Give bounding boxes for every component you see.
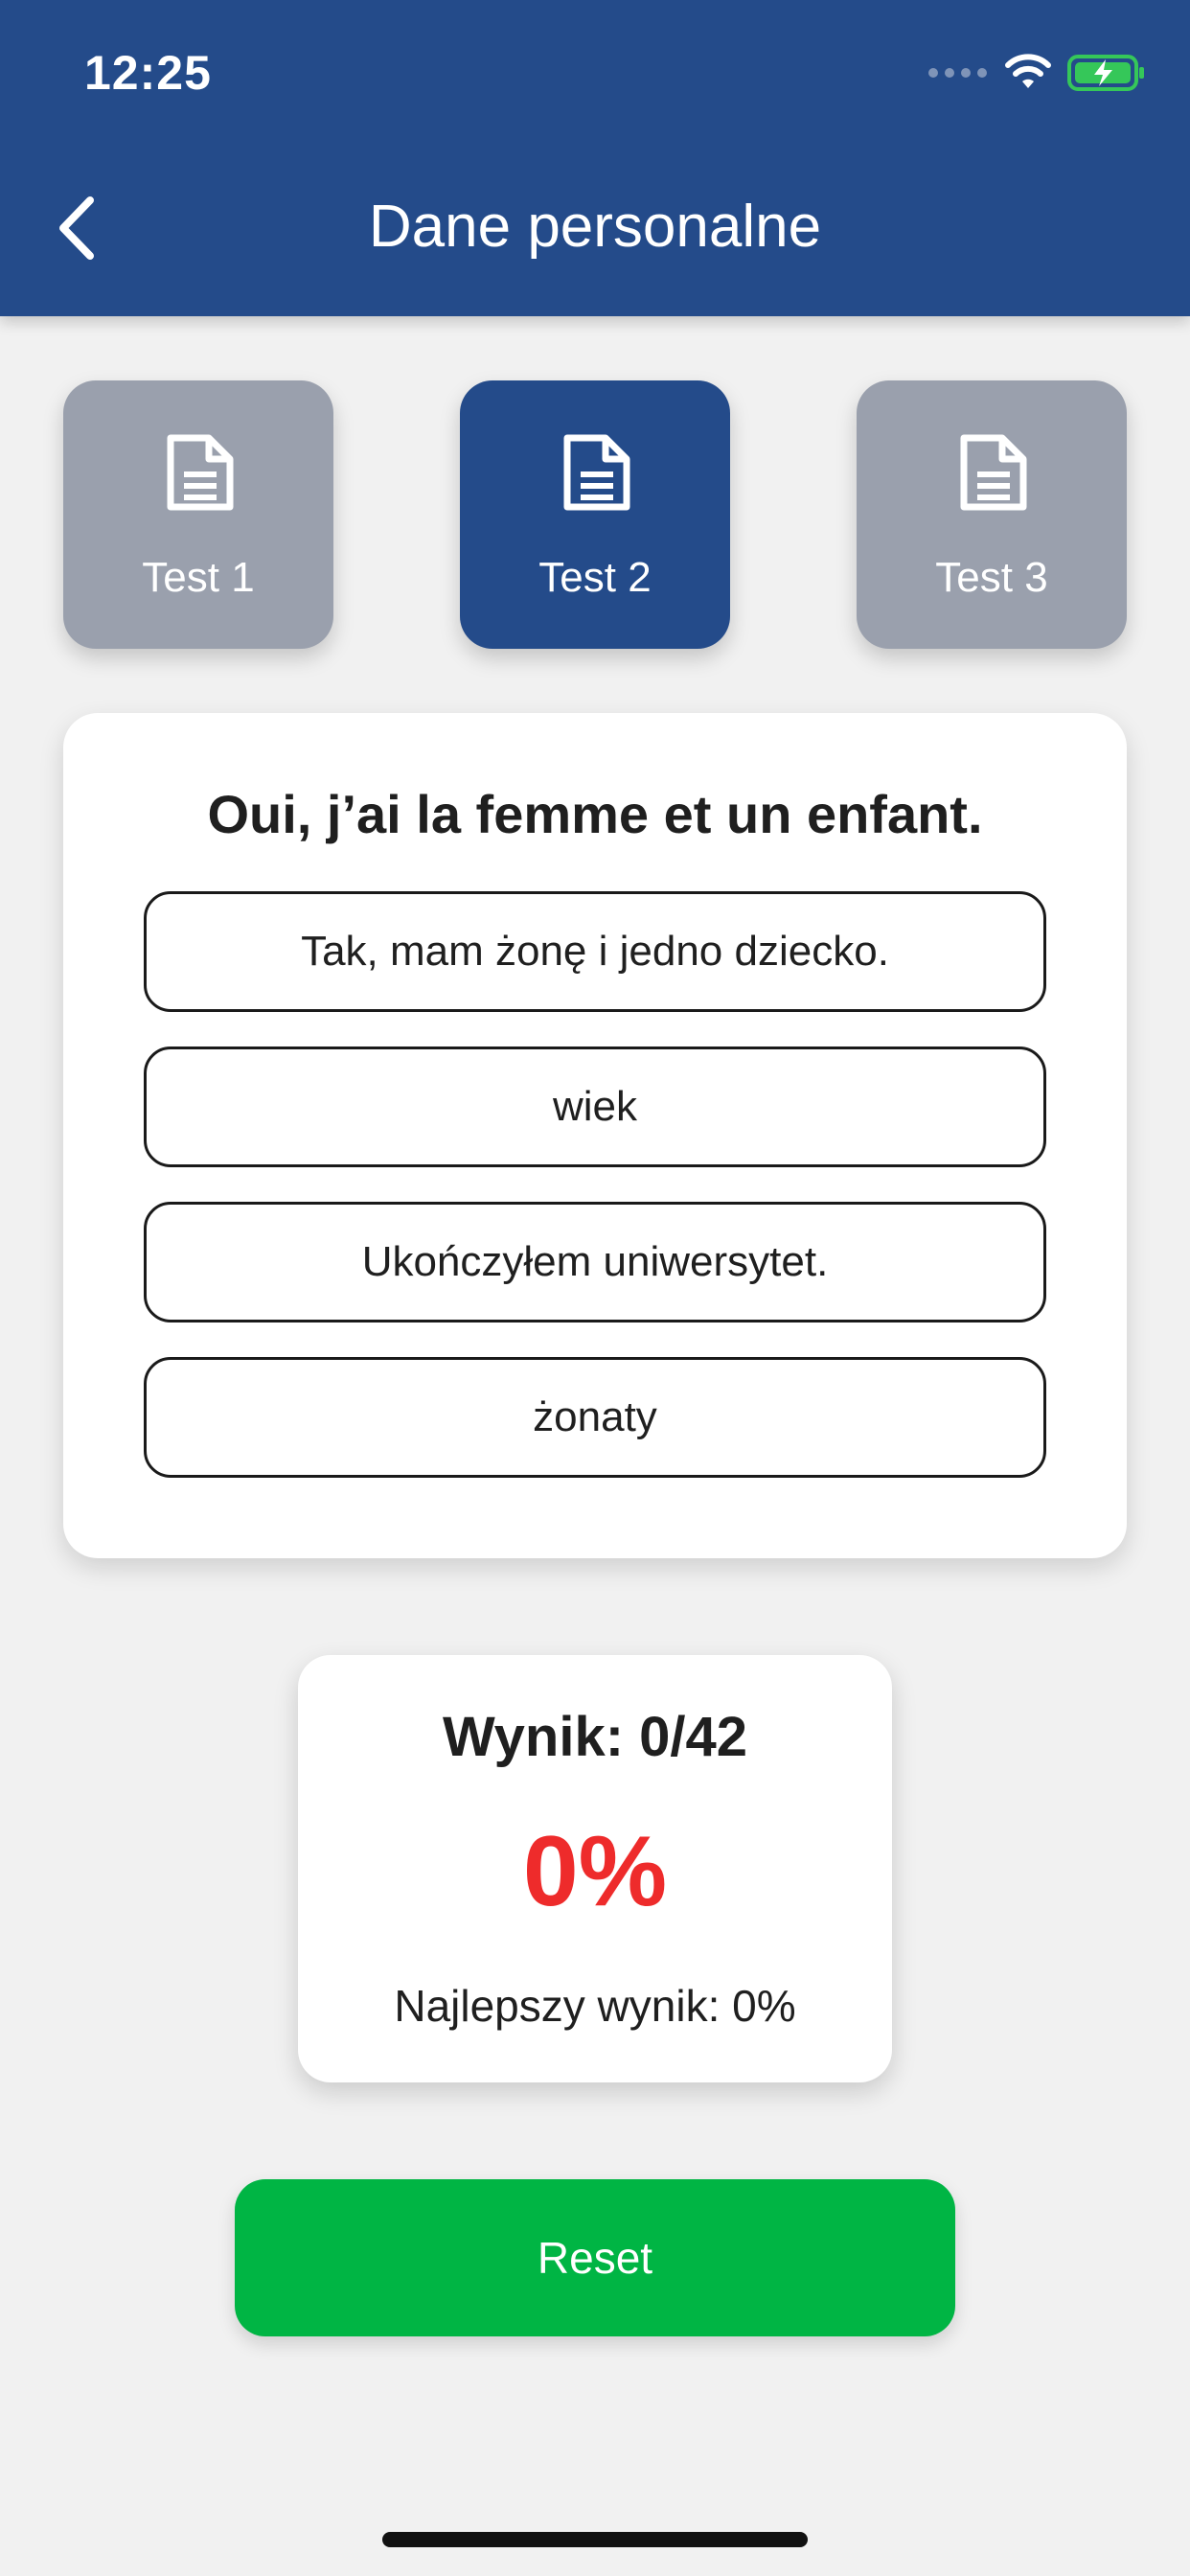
tab-test-1[interactable]: Test 1 <box>63 380 333 649</box>
document-icon <box>167 434 234 511</box>
tab-label: Test 2 <box>538 554 652 601</box>
answer-option-4[interactable]: żonaty <box>144 1357 1046 1478</box>
document-icon <box>960 434 1027 511</box>
score-title: Wynik: 0/42 <box>442 1706 748 1768</box>
tab-label: Test 1 <box>142 554 255 601</box>
tab-test-2[interactable]: Test 2 <box>460 380 730 649</box>
tab-label: Test 3 <box>935 554 1048 601</box>
score-card: Wynik: 0/42 0% Najlepszy wynik: 0% <box>298 1655 892 2082</box>
question-text: Oui, j’ai la femme et un enfant. <box>207 784 983 844</box>
page-title: Dane personalne <box>368 194 822 260</box>
reset-button[interactable]: Reset <box>235 2179 955 2336</box>
answer-option-3[interactable]: Ukończyłem uniwersytet. <box>144 1202 1046 1322</box>
document-icon <box>563 434 630 511</box>
answer-option-1[interactable]: Tak, mam żonę i jedno dziecko. <box>144 891 1046 1012</box>
status-icons <box>928 48 1146 98</box>
home-indicator <box>382 2532 808 2547</box>
answer-option-2[interactable]: wiek <box>144 1046 1046 1167</box>
tab-test-3[interactable]: Test 3 <box>857 380 1127 649</box>
battery-charging-icon <box>1067 55 1144 91</box>
status-time: 12:25 <box>84 46 212 100</box>
question-card: Oui, j’ai la femme et un enfant. Tak, ma… <box>63 713 1127 1558</box>
score-percent: 0% <box>522 1816 668 1927</box>
cellular-signal-icon <box>928 68 987 78</box>
app-header: 12:25 Dane personalne <box>0 0 1190 316</box>
best-score: Najlepszy wynik: 0% <box>394 1981 796 2031</box>
wifi-icon <box>1005 54 1051 88</box>
